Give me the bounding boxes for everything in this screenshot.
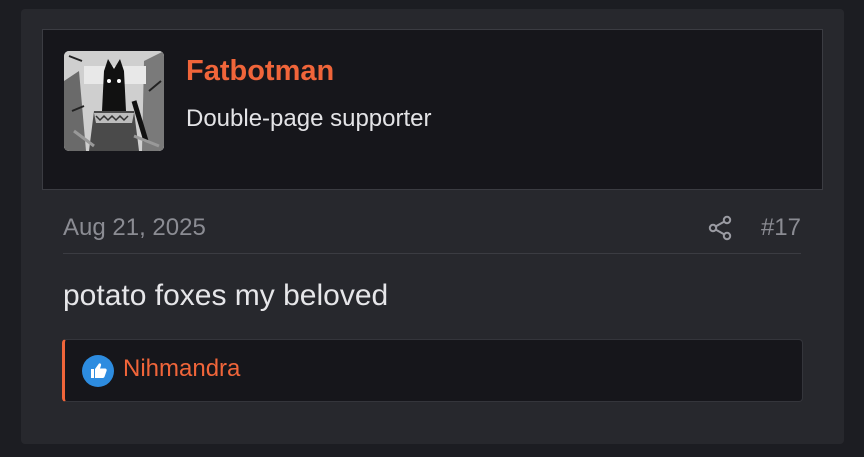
username-link[interactable]: Fatbotman bbox=[186, 55, 334, 88]
reaction-user-link[interactable]: Nihmandra bbox=[123, 355, 240, 383]
post-body-text: potato foxes my beloved bbox=[63, 279, 389, 312]
reactions-bar: Nihmandra bbox=[62, 339, 803, 402]
avatar-image-icon bbox=[64, 51, 164, 151]
user-block: Fatbotman Double-page supporter bbox=[42, 29, 823, 190]
share-icon bbox=[708, 215, 732, 241]
post-container: Fatbotman Double-page supporter Aug 21, … bbox=[21, 9, 844, 444]
post-date-link[interactable]: Aug 21, 2025 bbox=[63, 214, 206, 242]
user-title: Double-page supporter bbox=[186, 105, 432, 132]
user-avatar[interactable] bbox=[64, 51, 164, 151]
like-icon bbox=[82, 355, 114, 387]
post-meta-bar: Aug 21, 2025 #17 bbox=[63, 202, 801, 254]
share-button[interactable] bbox=[707, 214, 735, 242]
post-number-link[interactable]: #17 bbox=[761, 214, 801, 242]
